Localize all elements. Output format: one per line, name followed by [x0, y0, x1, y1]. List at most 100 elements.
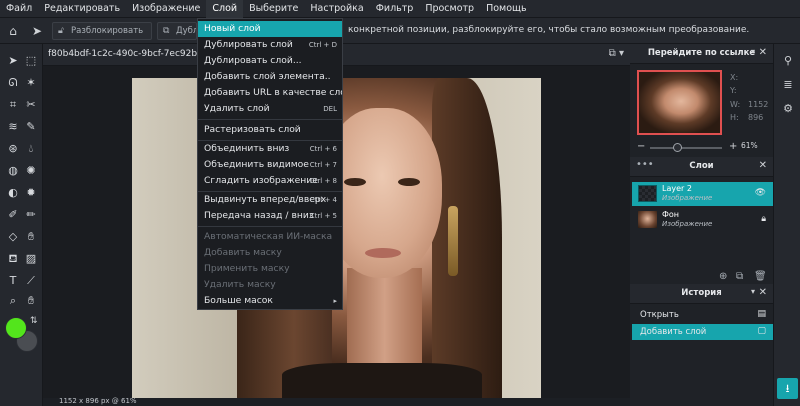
menu-item-label: Дублировать слой — [204, 39, 293, 50]
close-icon[interactable]: ✕ — [759, 287, 767, 298]
crop-tool-icon[interactable]: ⌗ — [6, 98, 20, 112]
pencil-icon[interactable]: ✏ — [24, 208, 38, 222]
history-item-add-layer[interactable]: Добавить слой ▢ — [632, 324, 773, 340]
menu-filter[interactable]: Фильтр — [370, 0, 420, 18]
photo-shirt — [282, 363, 482, 398]
eraser-icon[interactable]: ◇ — [6, 230, 20, 244]
close-icon[interactable]: ✕ — [759, 47, 767, 58]
menu-merge-down[interactable]: Объединить вниз Ctrl + 6 — [198, 141, 342, 157]
marquee-tool-icon[interactable]: ⬚ — [24, 54, 38, 68]
menu-more-masks[interactable]: Больше масок ▸ — [198, 293, 342, 309]
menu-duplicate-layer-dialog[interactable]: Дублировать слой... — [198, 53, 342, 69]
brush-icon[interactable]: ✐ — [6, 208, 20, 222]
download-button[interactable]: ⭳ — [777, 378, 798, 399]
duplicate-layer-icon[interactable]: ⧉ — [736, 271, 743, 282]
menu-item-label: Растеризовать слой — [204, 124, 301, 135]
layer-row-background[interactable]: Фон Изображение 🔒︎ — [632, 208, 773, 232]
nav-w-label: W: — [730, 100, 741, 109]
layers-header: ••• Слои ✕ — [630, 157, 773, 177]
eye-icon[interactable]: 👁︎ — [755, 188, 766, 198]
menu-delete-layer[interactable]: Удалить слой DEL — [198, 101, 342, 117]
scissors-icon[interactable]: ✂ — [24, 98, 38, 112]
foreground-color-swatch[interactable] — [5, 317, 27, 339]
menu-duplicate-layer[interactable]: Дублировать слой Ctrl + D — [198, 37, 342, 53]
navigator-thumbnail[interactable] — [637, 70, 722, 135]
layer-menu-dropdown: Новый слой Дублировать слой Ctrl + D Дубл… — [197, 18, 343, 310]
nav-x-label: X: — [730, 73, 739, 82]
menu-image[interactable]: Изображение — [126, 0, 206, 18]
sponge-icon[interactable]: ✺ — [24, 164, 38, 178]
history-item-open[interactable]: Открыть ▤ — [632, 307, 773, 323]
fill-bucket-icon[interactable]: ⛾ — [6, 252, 20, 266]
sphere-icon[interactable]: ◍ — [6, 164, 20, 178]
menu-apply-mask: Применить маску — [198, 261, 342, 277]
menu-adjustments[interactable]: Настройка — [304, 0, 369, 18]
options-bar: ⌂ ➤ 🔓︎ Разблокировать ⧉ Дубл конкретной … — [0, 18, 800, 44]
menu-merge-visible[interactable]: Объединить видимое Ctrl + 7 — [198, 157, 342, 173]
trash-icon[interactable]: 🗑︎ — [754, 271, 767, 282]
dodge-icon[interactable]: ◐ — [6, 186, 20, 200]
history-item-label: Добавить слой — [640, 327, 707, 337]
zoom-in-icon[interactable]: + — [729, 141, 737, 152]
close-icon[interactable]: ✕ — [759, 160, 767, 171]
toolbar: ➤ ⬚ ᘏ ✶ ⌗ ✂ ≋ ✎ ⊛ 💧︎ ◍ ✺ ◐ ✹ ✐ ✏ ◇ ✋︎ ⛾ … — [0, 44, 43, 406]
swap-colors-icon[interactable]: ⇅ — [30, 316, 38, 326]
collapse-icon[interactable]: ▾ — [751, 287, 755, 296]
menu-flatten-image[interactable]: Сгладить изображение Ctrl + 8 — [198, 173, 342, 189]
liquify-icon[interactable]: ≋ — [6, 120, 20, 134]
menu-file[interactable]: Файл — [0, 0, 38, 18]
zoom-tool-icon[interactable]: ⌕ — [6, 294, 20, 308]
text-tool-icon[interactable]: T — [6, 274, 20, 288]
duplicate-button[interactable]: ⧉ Дубл — [157, 22, 197, 40]
burn-icon[interactable]: ✹ — [24, 186, 38, 200]
menu-edit[interactable]: Редактировать — [38, 0, 126, 18]
eyedropper-icon[interactable]: ⟋ — [24, 274, 38, 288]
menu-item-label: Добавить слой элемента.. — [204, 71, 331, 82]
move-tool-icon[interactable]: ➤ — [6, 54, 20, 68]
menu-auto-ai-mask: Автоматическая ИИ-маска — [198, 229, 342, 245]
menu-item-label: Удалить слой — [204, 103, 270, 114]
smudge-icon[interactable]: ✋︎ — [24, 230, 38, 244]
zoom-slider-handle[interactable] — [673, 143, 682, 152]
menu-select[interactable]: Выберите — [243, 0, 304, 18]
collapse-icon[interactable]: ▾ — [751, 47, 755, 56]
menu-layer[interactable]: Слой — [206, 0, 244, 18]
menu-item-label: Сгладить изображение — [204, 175, 318, 186]
unlock-label: Разблокировать — [71, 26, 144, 36]
menu-add-mask: Добавить маску — [198, 245, 342, 261]
properties-icon[interactable]: ⚲ — [781, 54, 795, 68]
menu-bring-forward[interactable]: Выдвинуть вперед/вверх Ctrl + 4 — [198, 192, 342, 208]
clone-stamp-icon[interactable]: ⊛ — [6, 142, 20, 156]
side-rail: ⚲ ≣ ⚙ ⭳ — [773, 44, 800, 406]
home-icon[interactable]: ⌂ — [6, 24, 20, 38]
lasso-tool-icon[interactable]: ᘏ — [6, 76, 20, 90]
adjustments-icon[interactable]: ⚙ — [781, 102, 795, 116]
menu-new-layer[interactable]: Новый слой — [198, 21, 342, 37]
zoom-value[interactable]: 61% — [741, 141, 758, 150]
menu-add-element-layer[interactable]: Добавить слой элемента.. — [198, 69, 342, 85]
gradient-icon[interactable]: ▨ — [24, 252, 38, 266]
menu-add-url-layer[interactable]: Добавить URL в качестве слоя.. — [198, 85, 342, 101]
hand-tool-icon[interactable]: ✋︎ — [24, 294, 38, 308]
nav-h-value: 896 — [748, 113, 764, 122]
document-icon: ▤ — [757, 309, 766, 319]
menu-send-backward[interactable]: Передача назад / вниз Ctrl + 5 — [198, 208, 342, 224]
layer-row-layer-2[interactable]: Layer 2 Изображение 👁︎ — [632, 182, 773, 206]
healing-icon[interactable]: ✎ — [24, 120, 38, 134]
add-layer-icon[interactable]: ⊕ — [719, 271, 727, 282]
menu-rasterize-layer[interactable]: Растеризовать слой — [198, 122, 342, 138]
menu-help[interactable]: Помощь — [480, 0, 532, 18]
maximize-dropdown-icon[interactable]: ⧉ ▾ — [609, 48, 624, 59]
menu-separator — [198, 226, 342, 227]
lock-icon[interactable]: 🔒︎ — [761, 214, 766, 224]
magic-wand-icon[interactable]: ✶ — [24, 76, 38, 90]
menu-view[interactable]: Просмотр — [419, 0, 480, 18]
zoom-out-icon[interactable]: − — [637, 141, 645, 152]
zoom-slider[interactable] — [650, 147, 722, 149]
blur-icon[interactable]: 💧︎ — [24, 142, 38, 156]
layers-stack-icon[interactable]: ≣ — [781, 78, 795, 92]
menu-item-label: Больше масок — [204, 295, 273, 306]
menu-item-label: Применить маску — [204, 263, 290, 274]
unlock-button[interactable]: 🔓︎ Разблокировать — [52, 22, 152, 40]
image-size-status: 1152 x 896 px @ 61% — [59, 397, 137, 405]
